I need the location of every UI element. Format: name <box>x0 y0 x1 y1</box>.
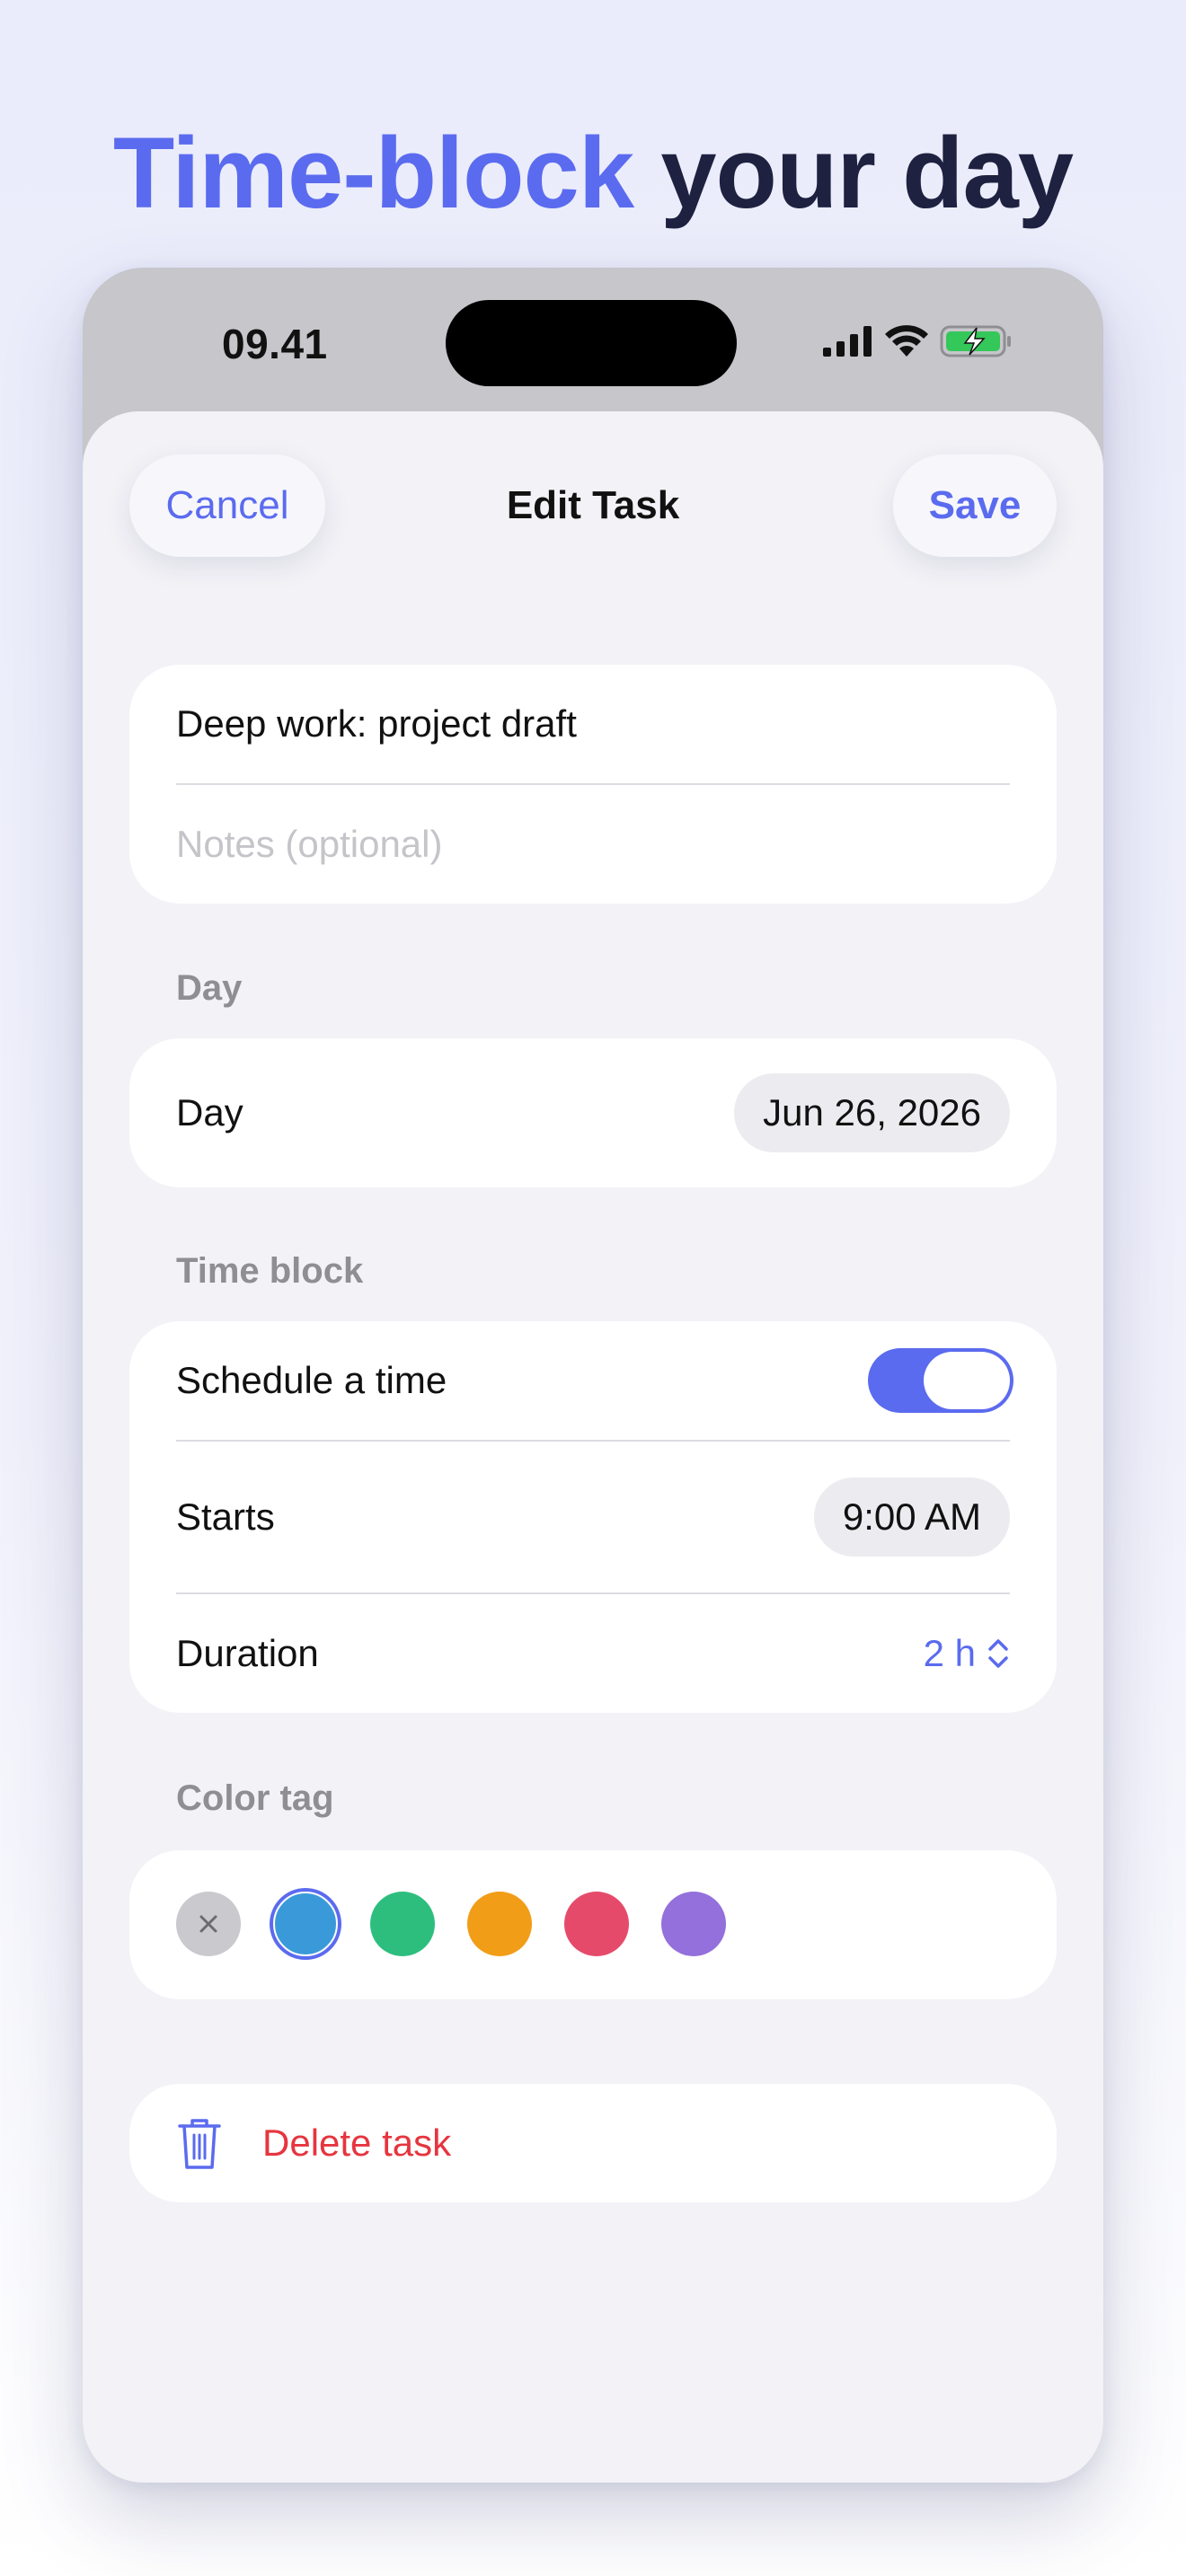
day-row-label: Day <box>176 1091 243 1134</box>
chevron-up-down-icon <box>988 1639 1008 1668</box>
task-title-field[interactable]: Deep work: project draft <box>176 665 1010 783</box>
duration-value: 2 h <box>923 1632 976 1674</box>
headline-rest: your day <box>633 117 1074 229</box>
duration-label: Duration <box>176 1632 319 1674</box>
wifi-icon <box>885 325 928 357</box>
schedule-toggle[interactable] <box>868 1348 1013 1413</box>
headline-accent: Time-block <box>112 117 634 229</box>
status-time: 09.41 <box>222 321 328 367</box>
status-icons <box>823 320 1013 363</box>
color-swatch-none[interactable] <box>176 1892 241 1956</box>
phone-frame: 09.41 Edit Task Cancel Save Deep work: p… <box>83 268 1103 2483</box>
clear-color-icon <box>199 1915 217 1933</box>
headline: Time-block your day <box>0 115 1186 232</box>
time-block-section-label: Time block <box>176 1251 364 1291</box>
day-section-label: Day <box>176 968 243 1008</box>
duration-picker[interactable]: 2 h <box>924 1632 1010 1675</box>
day-picker-button[interactable]: Jun 26, 2026 <box>734 1073 1010 1152</box>
save-button[interactable]: Save <box>893 454 1057 557</box>
battery-charging-icon <box>940 325 1011 357</box>
task-title-value: Deep work: project draft <box>176 702 577 745</box>
color-swatch-green[interactable] <box>370 1892 435 1956</box>
dynamic-island <box>446 300 737 386</box>
time-block-card: Schedule a time Starts 9:00 AM Duration … <box>129 1321 1057 1713</box>
delete-task-button[interactable]: Delete task <box>129 2084 1057 2202</box>
color-swatch-red[interactable] <box>564 1892 629 1956</box>
color-swatches <box>176 1892 726 1956</box>
start-time-picker-button[interactable]: 9:00 AM <box>813 1478 1010 1557</box>
day-card: Day Jun 26, 2026 <box>129 1038 1057 1187</box>
cancel-button[interactable]: Cancel <box>129 454 325 557</box>
notes-field[interactable]: Notes (optional) <box>176 785 1010 904</box>
signal-icon <box>823 326 872 357</box>
color-swatch-purple[interactable] <box>661 1892 726 1956</box>
color-swatch-blue[interactable] <box>273 1892 338 1956</box>
edit-task-sheet: Edit Task Cancel Save Deep work: project… <box>83 411 1103 2483</box>
color-tag-section-label: Color tag <box>176 1778 334 1818</box>
delete-task-label: Delete task <box>262 2122 452 2164</box>
color-swatch-orange[interactable] <box>467 1892 532 1956</box>
schedule-label: Schedule a time <box>176 1359 447 1401</box>
task-details-card: Deep work: project draft Notes (optional… <box>129 665 1057 904</box>
color-tag-card <box>129 1850 1057 1999</box>
toggle-knob <box>924 1352 1010 1409</box>
notes-placeholder: Notes (optional) <box>176 823 443 865</box>
trash-icon <box>178 2119 221 2169</box>
starts-label: Starts <box>176 1495 275 1538</box>
